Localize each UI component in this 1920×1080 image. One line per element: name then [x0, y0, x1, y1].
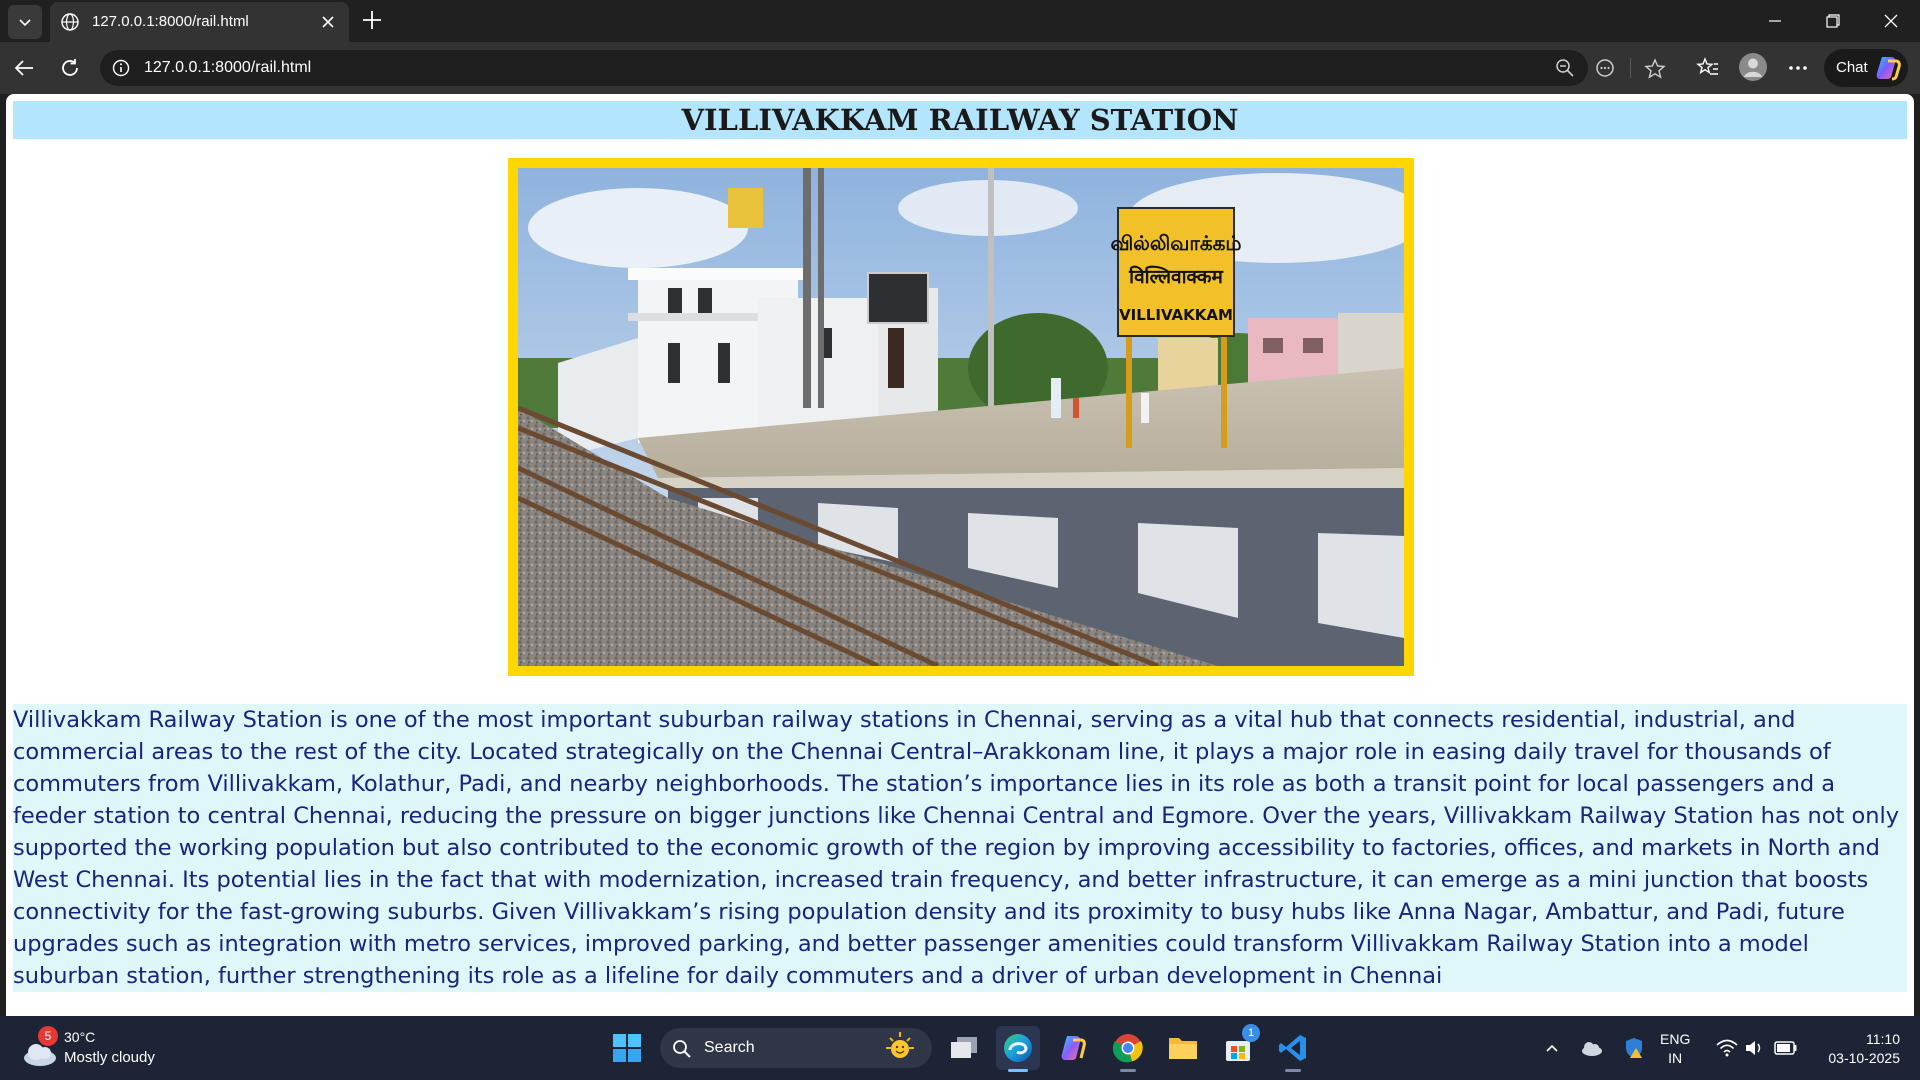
favorites-list-icon — [1696, 57, 1718, 75]
more-dots-icon — [1789, 66, 1807, 70]
close-tab-icon[interactable] — [320, 14, 336, 30]
refresh-icon — [62, 59, 78, 76]
taskbar-search[interactable]: Search — [660, 1028, 932, 1068]
close-icon — [1884, 14, 1898, 28]
weather-badge: 5 — [38, 1026, 58, 1046]
favorites-button[interactable] — [1696, 56, 1720, 80]
address-bar[interactable]: 127.0.0.1:8000/rail.html — [100, 50, 1666, 86]
copilot-icon — [1876, 57, 1901, 81]
vscode-icon — [1279, 1035, 1306, 1061]
address-bar-divider — [1630, 58, 1631, 78]
more-menu-button[interactable] — [1786, 56, 1810, 80]
restore-icon — [1826, 14, 1840, 28]
folder-icon — [1169, 1038, 1197, 1059]
close-window-button[interactable] — [1862, 0, 1920, 42]
active-tab[interactable]: 127.0.0.1:8000/rail.html — [50, 2, 349, 42]
new-tab-icon[interactable] — [360, 8, 384, 32]
region-code: IN — [1668, 1050, 1683, 1066]
station-sign-hindi: विल्लिवाक्कम — [1128, 265, 1223, 288]
task-view-icon — [951, 1037, 977, 1058]
copilot-app-icon — [1061, 1036, 1086, 1060]
copilot-chat-button[interactable]: Chat — [1824, 49, 1908, 87]
vscode-taskbar-button[interactable] — [1271, 1026, 1315, 1072]
clock-date: 03-10-2025 — [1828, 1050, 1900, 1066]
security-warning-icon[interactable] — [1622, 1036, 1646, 1060]
show-hidden-icons-chevron-icon[interactable] — [1544, 1040, 1560, 1056]
running-indicator — [1120, 1069, 1136, 1072]
minimize-button[interactable] — [1746, 0, 1804, 42]
page-title: VILLIVAKKAM RAILWAY STATION — [13, 101, 1907, 139]
profile-button[interactable] — [1738, 52, 1768, 82]
station-sign-tamil: வில்லிவாக்கம் — [1111, 231, 1242, 255]
chevron-down-icon — [19, 19, 31, 27]
back-button[interactable] — [12, 56, 36, 80]
clock-time: 11:10 — [1866, 1031, 1900, 1047]
browser-toolbar: 127.0.0.1:8000/rail.html Chat — [0, 42, 1920, 94]
tab-strip: 127.0.0.1:8000/rail.html — [0, 0, 1920, 42]
page-viewport: VILLIVAKKAM RAILWAY STATION வில்லிவாக்கம… — [6, 94, 1914, 1016]
zoom-out-icon[interactable] — [1555, 58, 1575, 78]
start-button[interactable] — [605, 1026, 649, 1070]
language-code: ENG — [1660, 1031, 1691, 1047]
station-sign-english: VILLIVAKKAM — [1119, 306, 1233, 324]
tab-actions-button[interactable] — [8, 5, 42, 39]
chrome-icon — [1112, 1034, 1143, 1063]
volume-icon[interactable] — [1744, 1038, 1766, 1058]
weather-widget[interactable]: 5 30°C Mostly cloudy — [20, 1026, 180, 1070]
refresh-button[interactable] — [58, 56, 82, 80]
chrome-taskbar-button[interactable] — [1106, 1026, 1150, 1072]
windows-taskbar: 5 30°C Mostly cloudy Search 1 ENG IN 11:… — [0, 1016, 1920, 1080]
weather-temperature: 30°C — [64, 1029, 96, 1045]
store-button[interactable]: 1 — [1216, 1024, 1260, 1070]
onedrive-icon[interactable] — [1580, 1038, 1604, 1058]
station-photo-frame: வில்லிவாக்கம் विल्लिवाक्कम VILLIVAKKAM — [508, 158, 1414, 676]
edge-taskbar-button[interactable] — [996, 1026, 1040, 1072]
running-indicator — [1285, 1069, 1301, 1072]
site-info-icon[interactable] — [112, 59, 130, 77]
language-indicator[interactable]: ENG IN — [1660, 1030, 1690, 1068]
system-clock[interactable]: 11:10 03-10-2025 — [1810, 1030, 1900, 1068]
task-view-button[interactable] — [942, 1026, 986, 1070]
edge-icon — [1004, 1034, 1032, 1062]
globe-icon — [61, 13, 79, 31]
sun-face-icon — [886, 1032, 914, 1058]
avatar-icon — [1739, 53, 1767, 81]
tab-title: 127.0.0.1:8000/rail.html — [92, 13, 249, 30]
file-explorer-button[interactable] — [1161, 1026, 1205, 1070]
search-icon — [673, 1040, 691, 1058]
restore-button[interactable] — [1804, 0, 1862, 42]
station-photo: வில்லிவாக்கம் विल्लिवाक्कम VILLIVAKKAM — [518, 168, 1404, 666]
search-label: Search — [704, 1039, 755, 1056]
weather-condition: Mostly cloudy — [64, 1049, 155, 1066]
store-badge: 1 — [1242, 1024, 1260, 1042]
minimize-icon — [1769, 20, 1781, 22]
copilot-taskbar-button[interactable] — [1051, 1026, 1095, 1070]
url-text[interactable]: 127.0.0.1:8000/rail.html — [144, 59, 311, 77]
windows-logo-icon — [613, 1034, 641, 1062]
wifi-icon[interactable] — [1716, 1038, 1738, 1058]
back-arrow-icon — [14, 60, 33, 76]
battery-icon[interactable] — [1774, 1039, 1798, 1057]
active-indicator — [1008, 1069, 1028, 1072]
chat-label: Chat — [1836, 59, 1868, 76]
reading-mode-icon[interactable] — [1595, 58, 1615, 78]
station-description: Villivakkam Railway Station is one of th… — [13, 704, 1907, 992]
favorite-star-icon[interactable] — [1644, 58, 1666, 80]
